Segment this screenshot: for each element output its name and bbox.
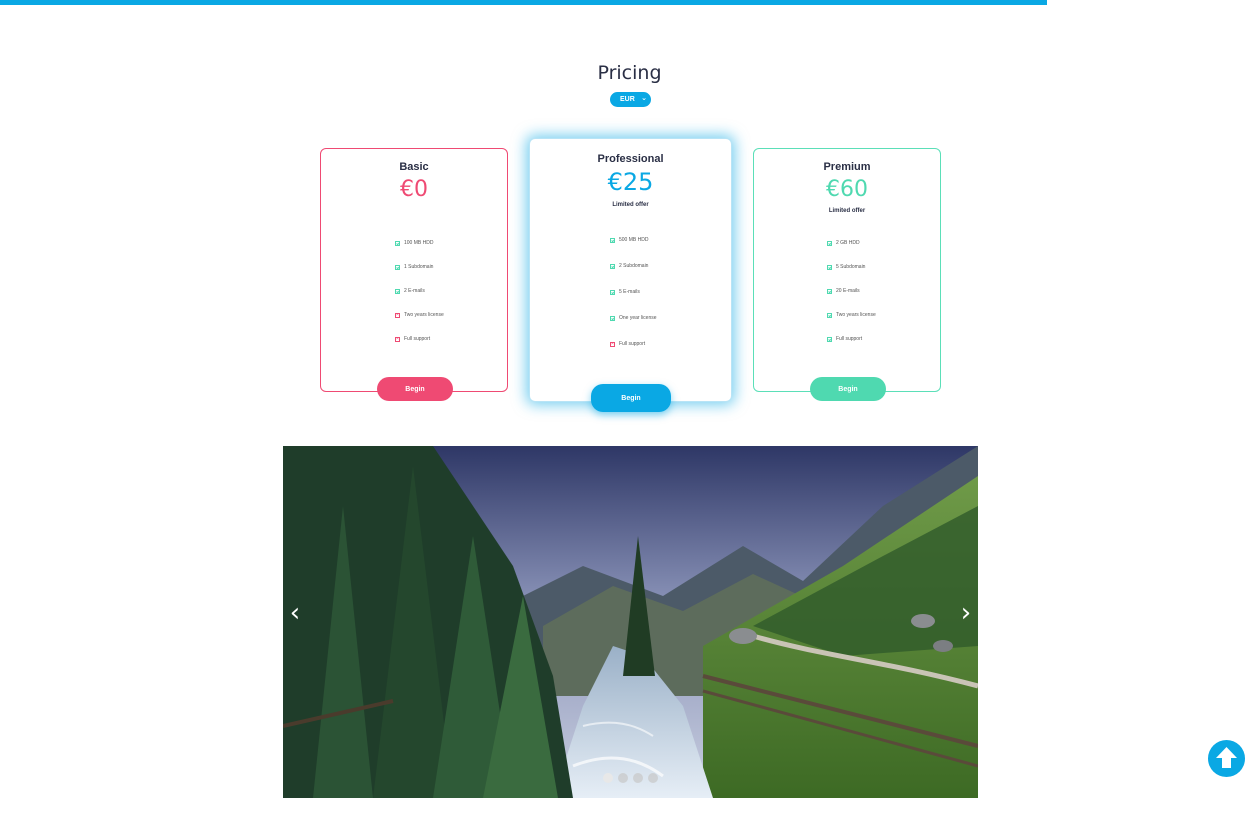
list-item: 2 GB HDD [827, 240, 860, 246]
list-item: Two years license [827, 312, 876, 318]
plan-name: Premium [823, 161, 871, 173]
check-icon [395, 240, 400, 246]
currency-select[interactable]: EUR ⌄ [610, 92, 651, 107]
carousel-slide-image [283, 446, 978, 798]
carousel-next-button[interactable]: › [956, 598, 976, 628]
check-icon [610, 315, 615, 321]
check-icon [395, 288, 400, 294]
list-item: 20 E-mails [827, 288, 860, 294]
plan-name: Professional [597, 153, 664, 165]
list-item: × Full support [610, 340, 646, 347]
list-item: 1 Subdomain [395, 264, 433, 270]
page-title: Pricing [597, 62, 662, 84]
list-item: Full support [827, 336, 862, 342]
list-item: 500 MB HDD [610, 237, 648, 243]
check-icon [395, 264, 400, 270]
chevron-down-icon: ⌄ [641, 95, 647, 102]
list-item: × Two years license [395, 311, 444, 318]
begin-button-professional[interactable]: Begin [591, 384, 671, 412]
scroll-to-top-button[interactable] [1208, 740, 1245, 777]
list-item: 2 E-mails [395, 288, 425, 294]
check-icon [610, 237, 615, 243]
cross-icon: × [395, 311, 400, 318]
limited-offer-label: Limited offer [828, 208, 866, 214]
carousel-indicators [283, 773, 978, 783]
carousel-dot[interactable] [633, 773, 643, 783]
list-item: One year license [610, 315, 657, 321]
check-icon [827, 288, 832, 294]
list-item: 5 E-mails [610, 289, 640, 295]
cross-icon: × [610, 340, 615, 347]
check-icon [827, 264, 832, 270]
carousel-prev-button[interactable]: ‹ [285, 598, 305, 628]
check-icon [827, 336, 832, 342]
plan-price: €25 [607, 168, 654, 196]
list-item: × Full support [395, 335, 431, 342]
plan-card-professional: Professional €25 Limited offer 500 MB HD… [529, 138, 732, 412]
plan-price: €0 [400, 177, 428, 202]
list-item: 100 MB HDD [395, 240, 433, 246]
top-progress-bar [0, 0, 1047, 5]
check-icon [827, 312, 832, 318]
plan-card-premium: Premium €60 Limited offer 2 GB HDD 5 Sub… [753, 148, 941, 401]
list-item: 5 Subdomain [827, 264, 865, 270]
plan-price: €60 [826, 177, 868, 202]
arrow-up-icon [1216, 747, 1237, 768]
plan-card-basic: Basic €0 100 MB HDD 1 Subdomain 2 E-mail… [320, 148, 508, 401]
check-icon [827, 240, 832, 246]
check-icon [610, 289, 615, 295]
carousel-dot[interactable] [618, 773, 628, 783]
limited-offer-label: Limited offer [612, 202, 649, 208]
cross-icon: × [395, 335, 400, 342]
check-icon [610, 263, 615, 269]
plan-name: Basic [399, 161, 429, 173]
list-item: 2 Subdomain [610, 263, 648, 269]
carousel-dot[interactable] [648, 773, 658, 783]
currency-value: EUR [620, 96, 635, 103]
begin-button-basic[interactable]: Begin [377, 377, 453, 401]
image-carousel: ‹ › [283, 446, 978, 798]
begin-button-premium[interactable]: Begin [810, 377, 886, 401]
carousel-dot[interactable] [603, 773, 613, 783]
